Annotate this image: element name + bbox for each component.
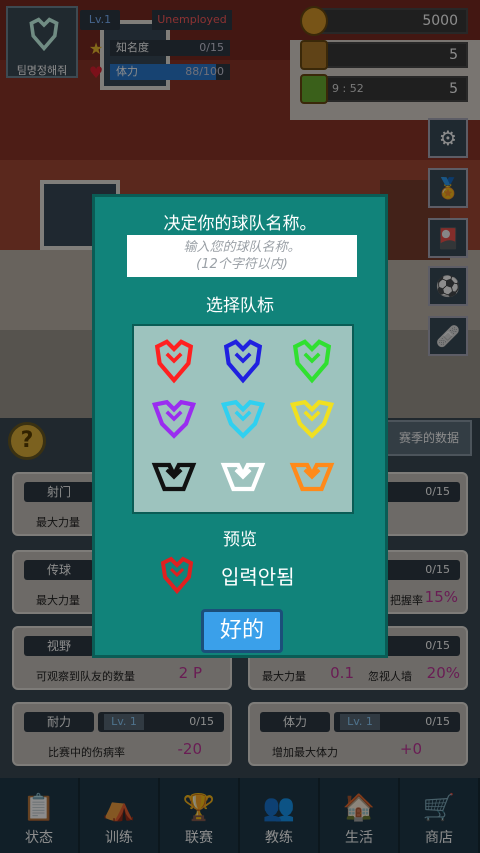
emblem-option[interactable]: [285, 394, 339, 444]
input-placeholder: 输入您的球队名称。 (12个字符以内): [127, 239, 357, 273]
emblem-grid: [132, 324, 354, 514]
emblem-icon: [152, 462, 197, 492]
placeholder-line-1: 输入您的球队名称。: [183, 240, 301, 255]
team-name-input[interactable]: 输入您的球队名称。 (12个字符以内): [127, 235, 357, 277]
emblem-option[interactable]: [285, 336, 339, 386]
emblem-icon: [152, 399, 197, 439]
emblem-icon: [289, 399, 334, 439]
preview-title: 预览: [223, 530, 257, 550]
emblem-section-title: 选择队标: [206, 296, 274, 316]
dialog-title: 决定你的球队名称。: [163, 214, 317, 234]
preview-emblem-icon: [160, 556, 194, 595]
emblem-option[interactable]: [216, 452, 270, 502]
emblem-icon: [289, 462, 334, 492]
emblem-option[interactable]: [285, 452, 339, 502]
preview-row: 입력안됨: [157, 555, 295, 595]
team-name-dialog: 决定你的球队名称。 输入您的球队名称。 (12个字符以内) 选择队标 预览 입력…: [92, 194, 388, 658]
emblem-option[interactable]: [147, 336, 201, 386]
preview-team-name: 입력안됨: [221, 564, 295, 589]
emblem-icon: [220, 399, 266, 439]
emblem-option[interactable]: [147, 452, 201, 502]
emblem-icon: [220, 462, 266, 492]
emblem-option[interactable]: [147, 394, 201, 444]
emblem-icon: [223, 339, 263, 384]
emblem-icon: [155, 339, 194, 384]
ok-button[interactable]: 好的: [201, 609, 283, 653]
emblem-option[interactable]: [216, 336, 270, 386]
placeholder-line-2: (12个字符以内): [196, 257, 288, 272]
emblem-icon: [292, 339, 331, 384]
emblem-option[interactable]: [216, 394, 270, 444]
